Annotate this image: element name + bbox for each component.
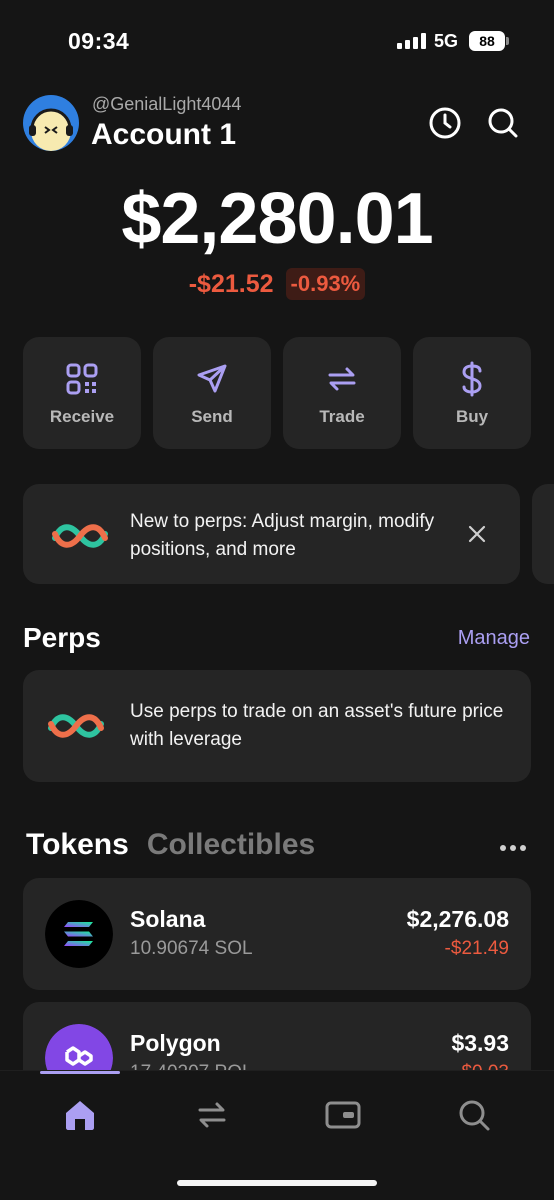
more-options-icon[interactable] xyxy=(498,838,528,858)
token-row-solana[interactable]: Solana 10.90674 SOL $2,276.08 -$21.49 xyxy=(23,878,531,990)
token-value: $2,276.08 xyxy=(406,906,509,932)
action-buttons: Receive Send Trade Buy xyxy=(23,337,531,449)
account-name[interactable]: Account 1 xyxy=(91,118,236,152)
battery-icon: 88 xyxy=(469,31,505,51)
solana-icon xyxy=(45,900,113,968)
send-label: Send xyxy=(191,407,233,426)
buy-button[interactable]: Buy xyxy=(413,337,531,449)
perps-card-text: Use perps to trade on an asset's future … xyxy=(130,701,504,750)
swap-icon[interactable] xyxy=(192,1095,232,1135)
token-value: $3.93 xyxy=(451,1030,509,1056)
trade-label: Trade xyxy=(319,407,365,426)
perps-logo-icon xyxy=(48,714,104,738)
total-balance: $2,280.01 xyxy=(121,179,433,259)
battery-tip xyxy=(506,37,509,45)
perps-logo-icon xyxy=(52,524,108,548)
change-percent-badge: -0.93% xyxy=(285,268,366,300)
status-bar: 09:34 5G 88 xyxy=(0,0,554,80)
send-button[interactable]: Send xyxy=(153,337,271,449)
token-amount: 10.90674 SOL xyxy=(130,938,253,959)
receive-label: Receive xyxy=(49,407,115,426)
tab-collectibles[interactable]: Collectibles xyxy=(147,828,315,862)
buy-label: Buy xyxy=(455,407,489,426)
search-icon[interactable] xyxy=(454,1095,494,1135)
signal-icon xyxy=(397,33,427,49)
wallet-icon[interactable] xyxy=(323,1095,363,1135)
token-name: Polygon xyxy=(130,1030,221,1056)
banner-text: New to perps: Adjust margin, modify posi… xyxy=(130,511,435,560)
next-banner-peek[interactable] xyxy=(532,484,554,584)
home-indicator xyxy=(177,1180,377,1186)
receive-button[interactable]: Receive xyxy=(23,337,141,449)
perps-promo-banner[interactable]: New to perps: Adjust margin, modify posi… xyxy=(23,484,520,584)
token-name: Solana xyxy=(130,906,206,932)
qr-code-icon xyxy=(66,363,98,395)
asset-tabs: Tokens Collectibles xyxy=(26,828,315,862)
perps-section-title: Perps xyxy=(23,622,101,653)
token-change: -$21.49 xyxy=(444,938,509,959)
change-value: -$21.52 xyxy=(188,269,274,298)
username[interactable]: @GenialLight4044 xyxy=(92,94,241,115)
status-time: 09:34 xyxy=(68,28,130,54)
nav-active-indicator xyxy=(40,1071,120,1074)
home-icon[interactable] xyxy=(60,1095,100,1135)
network-label: 5G xyxy=(434,31,459,51)
swap-icon xyxy=(328,367,356,391)
perps-card[interactable]: Use perps to trade on an asset's future … xyxy=(23,670,531,782)
avatar[interactable] xyxy=(23,95,79,151)
send-icon xyxy=(197,364,227,393)
clock-icon[interactable] xyxy=(426,104,464,142)
search-icon[interactable] xyxy=(484,104,522,142)
trade-button[interactable]: Trade xyxy=(283,337,401,449)
dollar-icon xyxy=(462,361,482,397)
tab-tokens[interactable]: Tokens xyxy=(26,828,129,862)
balance-change-row: -$21.52 -0.93% xyxy=(0,268,554,300)
manage-link[interactable]: Manage xyxy=(458,627,530,650)
close-icon[interactable] xyxy=(466,523,488,545)
